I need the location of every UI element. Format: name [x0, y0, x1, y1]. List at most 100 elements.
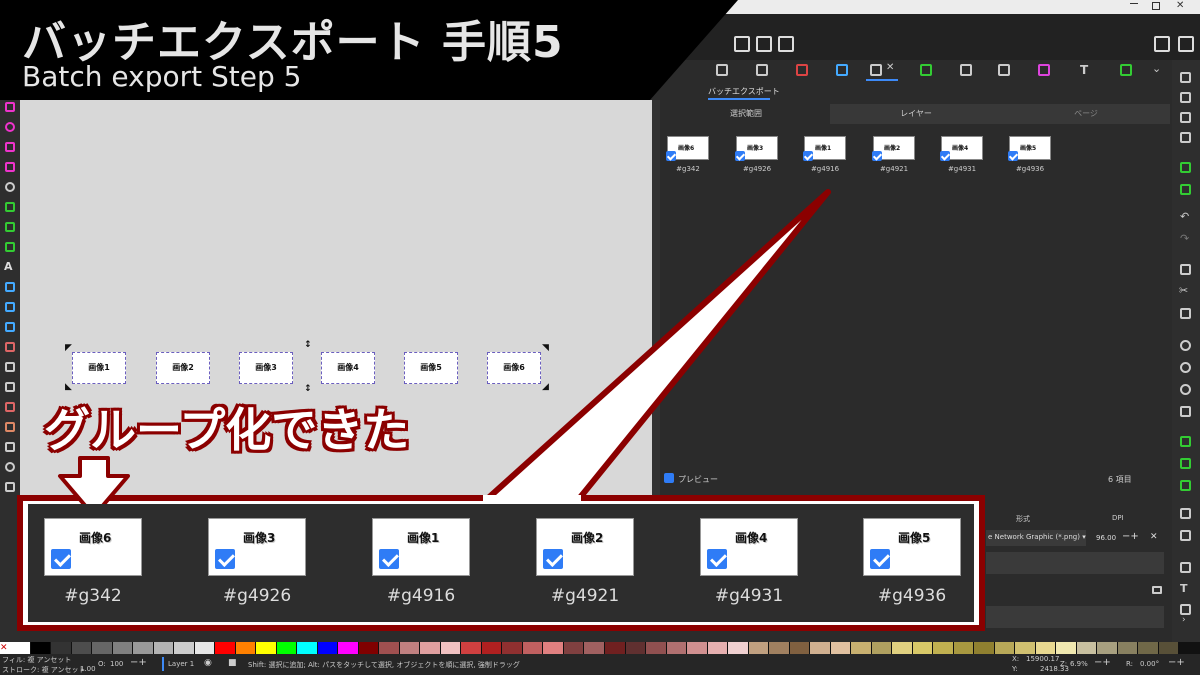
color-swatch[interactable] [440, 642, 461, 654]
color-swatch[interactable] [748, 642, 769, 654]
text-tool-icon[interactable]: A [4, 260, 13, 273]
tab-selection[interactable]: 選択範囲 [662, 104, 830, 124]
maximize-icon[interactable] [1152, 2, 1160, 10]
color-swatch[interactable] [194, 642, 215, 654]
color-swatch[interactable] [789, 642, 810, 654]
color-swatch[interactable] [399, 642, 420, 654]
export-icon[interactable] [1180, 184, 1191, 195]
color-swatch[interactable] [1117, 642, 1138, 654]
color-swatch[interactable] [605, 642, 625, 654]
document-properties-icon[interactable] [1038, 64, 1050, 76]
color-swatch[interactable] [871, 642, 892, 654]
color-swatch[interactable] [215, 642, 235, 654]
measure-tool-icon[interactable] [5, 482, 15, 492]
color-swatch[interactable] [338, 642, 358, 654]
paste-icon[interactable] [1180, 308, 1191, 319]
color-swatch[interactable] [502, 642, 522, 654]
fill-stroke-icon[interactable] [1120, 64, 1132, 76]
chevron-right-icon[interactable]: › [1182, 615, 1186, 625]
color-swatch[interactable] [728, 642, 748, 654]
color-swatch[interactable] [317, 642, 338, 654]
dpi-input[interactable]: 96.00 [1096, 534, 1116, 542]
canvas-object[interactable]: 画像4 [321, 352, 375, 384]
snap-page-icon[interactable] [756, 36, 772, 52]
paint-bucket-tool-icon[interactable] [5, 342, 15, 352]
checkbox-checked-icon[interactable] [1008, 151, 1018, 161]
export-item-thumbnail[interactable]: 画像4 [940, 136, 983, 161]
chevron-down-icon[interactable]: ⌄ [1152, 62, 1161, 75]
color-swatch[interactable] [112, 642, 133, 654]
current-layer[interactable]: Layer 1 [168, 660, 194, 668]
pen-tool-icon[interactable] [5, 202, 15, 212]
export-icon[interactable] [870, 64, 882, 76]
ungroup-icon[interactable] [1180, 530, 1191, 541]
checkbox-checked-icon[interactable] [666, 151, 676, 161]
lock-icon[interactable]: ■ [228, 658, 237, 668]
color-swatch[interactable] [276, 642, 297, 654]
star-tool-icon[interactable] [5, 142, 15, 152]
color-swatch[interactable] [481, 642, 502, 654]
color-swatch[interactable] [625, 642, 646, 654]
search-icon[interactable] [716, 64, 728, 76]
scale-handle-icon[interactable]: ◥ [542, 343, 550, 353]
color-swatch[interactable] [912, 642, 933, 654]
snap-grid-icon[interactable] [778, 36, 794, 52]
redo-icon[interactable]: ↷ [1180, 232, 1189, 245]
clone-icon[interactable] [1180, 458, 1191, 469]
tab-layers[interactable]: レイヤー [832, 104, 1000, 124]
color-swatch[interactable] [830, 642, 851, 654]
clear-icon[interactable]: ✕ [1150, 532, 1158, 542]
color-swatch[interactable] [1158, 642, 1179, 654]
color-swatch[interactable] [71, 642, 92, 654]
text-dialog-icon[interactable]: T [1180, 582, 1188, 595]
zoom-selection-icon[interactable] [1180, 340, 1191, 351]
zoom-drawing-icon[interactable] [1180, 362, 1191, 373]
color-swatch[interactable] [543, 642, 563, 654]
color-swatch[interactable] [30, 642, 51, 654]
color-swatch[interactable] [92, 642, 112, 654]
dropper-tool-icon[interactable] [5, 322, 15, 332]
filename-input[interactable] [986, 552, 1164, 574]
layers-icon[interactable] [998, 64, 1010, 76]
scale-handle-icon[interactable]: ◤ [65, 343, 73, 353]
export-item-thumbnail[interactable]: 画像5 [1008, 136, 1051, 161]
color-swatch[interactable] [1138, 642, 1158, 654]
color-swatch[interactable] [1015, 642, 1035, 654]
zoom-tool-icon[interactable] [5, 462, 15, 472]
color-swatch[interactable] [51, 642, 71, 654]
color-swatch[interactable] [235, 642, 256, 654]
color-swatch[interactable] [10, 642, 30, 654]
preview-checkbox[interactable] [664, 473, 674, 483]
opacity-input[interactable]: 100 [110, 660, 123, 668]
dock-splitter[interactable] [652, 100, 660, 500]
connector-tool-icon[interactable] [5, 422, 15, 432]
color-swatch[interactable] [953, 642, 974, 654]
tab-pages[interactable]: ページ [1002, 104, 1170, 124]
swatches-icon[interactable] [796, 64, 808, 76]
export-item-thumbnail[interactable]: 画像6 [666, 136, 709, 161]
color-swatch[interactable] [810, 642, 830, 654]
color-swatch[interactable] [769, 642, 789, 654]
open-icon[interactable] [1180, 92, 1191, 103]
undo-icon[interactable]: ↶ [1180, 210, 1189, 223]
scale-handle-icon[interactable]: ◣ [65, 382, 73, 392]
print-icon[interactable] [1180, 132, 1191, 143]
rotation-stepper-icon[interactable]: −+ [1168, 657, 1185, 668]
checkbox-checked-icon[interactable] [940, 151, 950, 161]
minimize-icon[interactable] [1130, 3, 1138, 4]
color-swatch[interactable] [994, 642, 1015, 654]
color-swatch[interactable] [133, 642, 153, 654]
pencil-tool-icon[interactable] [5, 222, 15, 232]
dpi-stepper-icon[interactable]: −+ [1122, 531, 1139, 542]
import-icon[interactable] [1180, 162, 1191, 173]
color-swatch[interactable] [522, 642, 543, 654]
close-window-icon[interactable]: ✕ [1176, 0, 1184, 11]
stretch-handle-icon[interactable]: ↕ [304, 384, 312, 394]
zoom-width-icon[interactable] [1180, 406, 1191, 417]
canvas-object[interactable]: 画像3 [239, 352, 293, 384]
export-item-thumbnail[interactable]: 画像1 [803, 136, 846, 161]
scale-handle-icon[interactable]: ◢ [542, 382, 550, 392]
tweak-tool-icon[interactable] [5, 362, 15, 372]
color-swatch[interactable] [297, 642, 317, 654]
text-font-icon[interactable]: T [1080, 63, 1088, 77]
